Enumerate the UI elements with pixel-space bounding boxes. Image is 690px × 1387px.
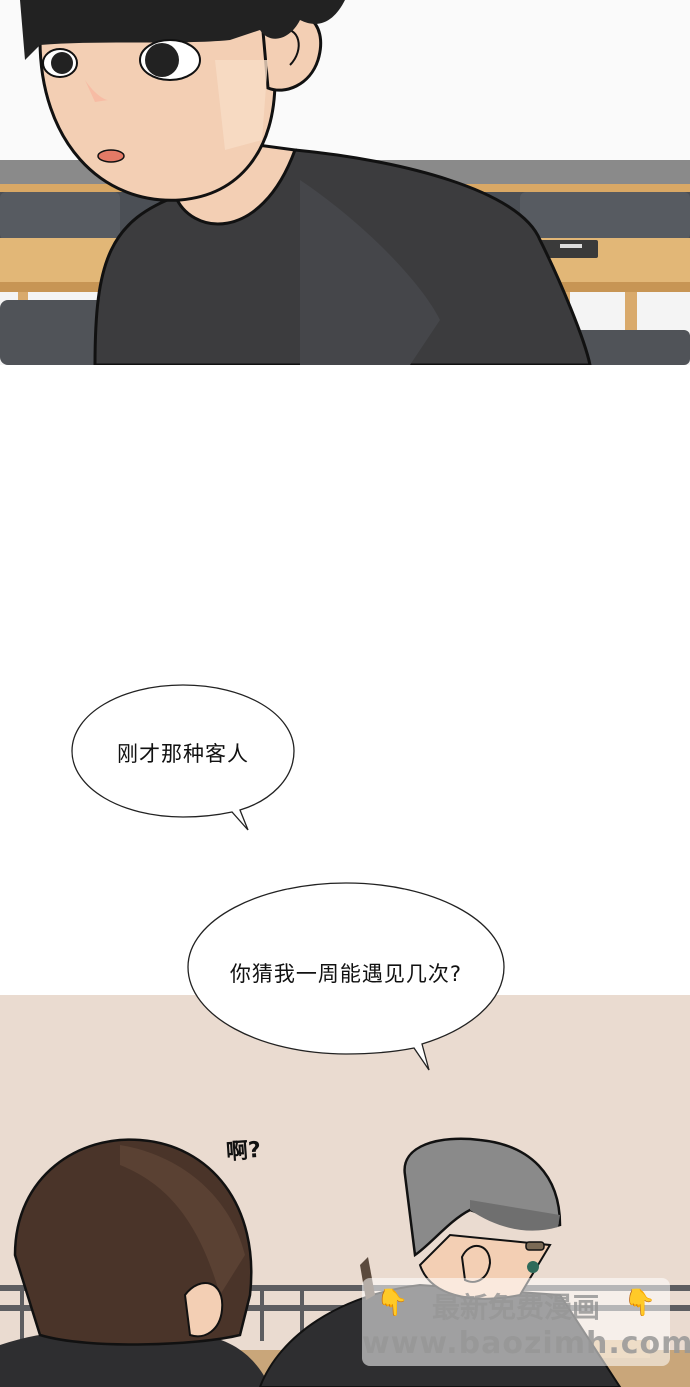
comic-panel-top xyxy=(0,0,690,365)
watermark: 👇 最新免费漫画 👇 www.baozimh.com xyxy=(362,1278,690,1366)
speech-bubble-1: 刚才那种客人 xyxy=(70,684,296,832)
watermark-url: www.baozimh.com xyxy=(362,1326,690,1361)
speech-bubble-2: 你猜我一周能遇见几次? xyxy=(186,882,506,1072)
panel-top-illustration xyxy=(0,0,690,365)
pointing-down-hand-icon-right: 👇 xyxy=(623,1288,656,1318)
speech-bubble-1-text: 刚才那种客人 xyxy=(117,742,249,766)
speech-bubble-2-text: 你猜我一周能遇见几次? xyxy=(229,962,463,986)
sound-effect-ah: 啊? xyxy=(225,1137,262,1166)
